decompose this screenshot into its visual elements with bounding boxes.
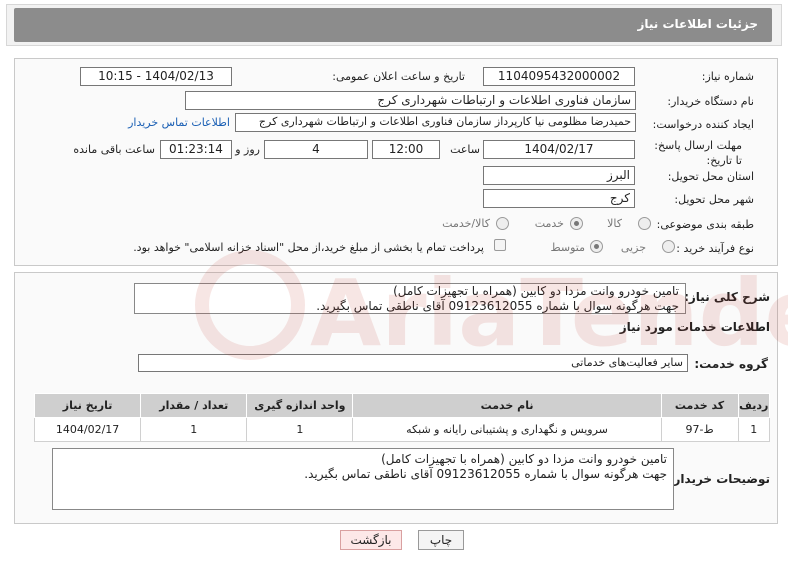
requester-label: ایجاد کننده درخواست:: [652, 118, 754, 131]
days-field: 4: [264, 140, 368, 159]
table-header-row: ردیف کد خدمت نام خدمت واحد اندازه گیری ت…: [33, 393, 771, 418]
category-radio-goods[interactable]: [638, 217, 651, 230]
province-field: البرز: [483, 166, 635, 185]
summary-label: شرح کلی نیاز:: [684, 290, 770, 304]
payment-note: پرداخت تمام یا بخشی از مبلغ خرید،از محل …: [133, 241, 484, 254]
cell-need-date: 1404/02/17: [33, 417, 142, 442]
category-radio-service[interactable]: [570, 217, 583, 230]
need-number-label: شماره نیاز:: [701, 70, 754, 83]
announce-field: 1404/02/13 - 10:15: [80, 67, 232, 86]
purchase-type-label: نوع فرآیند خرید :: [676, 242, 754, 255]
print-button[interactable]: چاپ: [418, 530, 464, 550]
buyer-contact-link[interactable]: اطلاعات تماس خریدار: [128, 116, 230, 129]
col-service-code: کد خدمت: [660, 393, 739, 418]
buyer-notes-text: تامین خودرو وانت مزدا دو کابین (همراه با…: [52, 448, 674, 510]
col-need-date: تاریخ نیاز: [33, 393, 142, 418]
cell-service-name: سرویس و نگهداری و پشتیبانی رایانه و شبکه: [352, 417, 662, 442]
deadline-time-label: ساعت: [450, 143, 480, 156]
cell-unit: 1: [246, 417, 354, 442]
service-group-field: سایر فعالیت‌های خدماتی: [138, 354, 688, 372]
table-row: 1 ط-97 سرویس و نگهداری و پشتیبانی رایانه…: [33, 417, 771, 442]
deadline-label: مهلت ارسال پاسخ: تا تاریخ:: [654, 139, 742, 167]
cell-quantity: 1: [140, 417, 248, 442]
cell-row-number: 1: [737, 417, 771, 442]
treasury-checkbox[interactable]: [494, 239, 506, 251]
buyer-notes-label: توضیحات خریدار:: [668, 472, 770, 486]
remaining-label: ساعت باقی مانده: [73, 143, 155, 156]
cell-service-code: ط-97: [660, 417, 739, 442]
header-bar: جزئیات اطلاعات نیاز: [14, 8, 772, 42]
buyer-org-field: سازمان فناوری اطلاعات و ارتباطات شهرداری…: [185, 91, 636, 110]
back-button[interactable]: بازگشت: [340, 530, 402, 550]
category-option-goods: کالا: [607, 217, 622, 230]
purchase-radio-medium[interactable]: [590, 240, 603, 253]
col-service-name: نام خدمت: [352, 393, 662, 418]
purchase-option-minor: جزیی: [620, 241, 646, 254]
page-title: جزئیات اطلاعات نیاز: [637, 17, 758, 31]
deadline-time-field: 12:00: [372, 140, 440, 159]
category-option-goods-service: کالا/خدمت: [442, 217, 490, 230]
buyer-org-label: نام دستگاه خریدار:: [667, 95, 754, 108]
category-radio-goods-service[interactable]: [496, 217, 509, 230]
days-label: روز و: [235, 143, 260, 156]
col-row-number: ردیف: [737, 393, 771, 418]
city-field: کرج: [483, 189, 635, 208]
deadline-date-field: 1404/02/17: [483, 140, 635, 159]
city-label: شهر محل تحویل:: [674, 193, 754, 206]
announce-label: تاریخ و ساعت اعلان عمومی:: [332, 70, 465, 83]
requester-field: حمیدرضا مظلومی نیا کارپرداز سازمان فناور…: [235, 113, 636, 132]
service-group-label: گروه خدمت:: [694, 357, 768, 371]
col-quantity: تعداد / مقدار: [140, 393, 248, 418]
services-section-title: اطلاعات خدمات مورد نیاز: [619, 320, 770, 334]
remaining-time-field: 01:23:14: [160, 140, 232, 159]
purchase-option-medium: متوسط: [550, 241, 585, 254]
need-number-field: 1104095432000002: [483, 67, 635, 86]
col-unit: واحد اندازه گیری: [246, 393, 354, 418]
category-option-service: خدمت: [534, 217, 564, 230]
summary-text: تامین خودرو وانت مزدا دو کابین (همراه با…: [134, 283, 686, 314]
province-label: استان محل تحویل:: [667, 170, 754, 183]
category-label: طبقه بندی موضوعی:: [656, 218, 754, 231]
purchase-radio-minor[interactable]: [662, 240, 675, 253]
services-table: ردیف کد خدمت نام خدمت واحد اندازه گیری ت…: [33, 393, 771, 442]
